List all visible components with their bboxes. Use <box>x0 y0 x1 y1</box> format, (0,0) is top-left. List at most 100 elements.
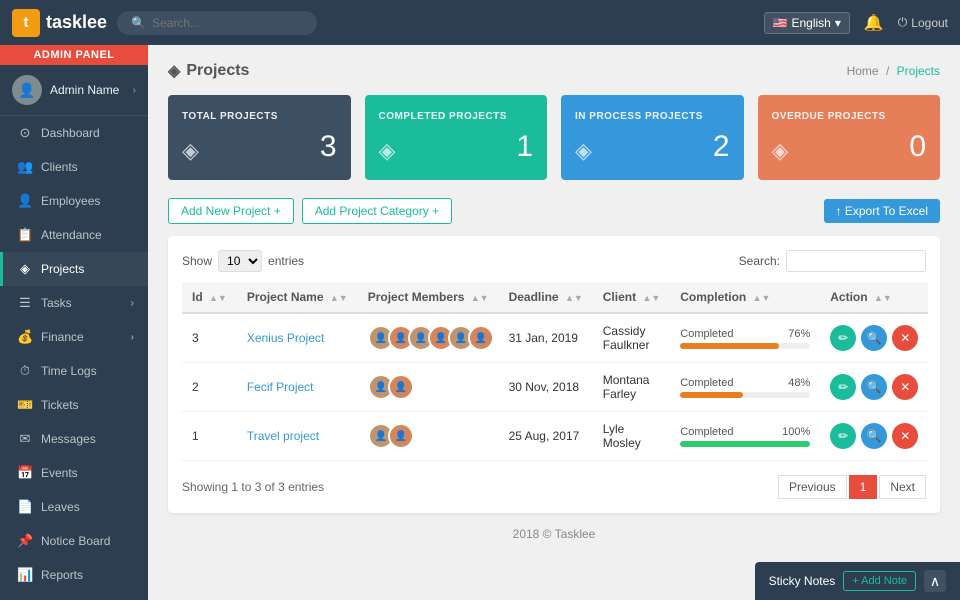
delete-button[interactable]: ✕ <box>892 423 918 449</box>
language-selector[interactable]: 🇺🇸 English ▾ <box>764 12 850 34</box>
stat-card-overdue: OVERDUE PROJECTS ◈ 0 <box>758 95 941 180</box>
table-search-input[interactable] <box>786 250 926 272</box>
delete-button[interactable]: ✕ <box>892 325 918 351</box>
sidebar-item-messages[interactable]: ✉ Messages <box>0 422 148 456</box>
search-input[interactable] <box>152 16 307 30</box>
next-page-button[interactable]: Next <box>879 475 926 499</box>
col-id[interactable]: Id ▲▼ <box>182 282 237 313</box>
sidebar-item-timelogs[interactable]: ⏱ Time Logs <box>0 354 148 388</box>
footer: 2018 © Tasklee <box>168 513 940 547</box>
timelogs-icon: ⏱ <box>17 363 33 379</box>
view-button[interactable]: 🔍 <box>861 374 887 400</box>
col-deadline[interactable]: Deadline ▲▼ <box>499 282 593 313</box>
sidebar-label-messages: Messages <box>41 432 96 446</box>
col-completion[interactable]: Completion ▲▼ <box>670 282 820 313</box>
cell-action: ✏ 🔍 ✕ <box>820 313 928 363</box>
sidebar-arrow-finance: › <box>131 332 134 343</box>
sidebar: ADMIN PANEL 👤 Admin Name › ⊙ Dashboard 👥… <box>0 45 148 600</box>
sort-icon: ▲▼ <box>330 293 348 303</box>
cell-members: 👤👤👤👤👤👤 <box>358 313 499 363</box>
main-content: ◈ Projects Home / Projects TOTAL PROJECT… <box>148 45 960 600</box>
stats-row: TOTAL PROJECTS ◈ 3 COMPLETED PROJECTS ◈ … <box>168 95 940 180</box>
add-category-button[interactable]: Add Project Category + <box>302 198 452 224</box>
noticeboard-icon: 📌 <box>17 533 33 549</box>
sidebar-item-settings[interactable]: ⚙ Settings <box>0 592 148 600</box>
sidebar-item-projects[interactable]: ◈ Projects <box>0 252 148 286</box>
table-row: 1 Travel project 👤👤 25 Aug, 2017 Lyle Mo… <box>182 412 928 461</box>
sidebar-label-dashboard: Dashboard <box>41 126 100 140</box>
sort-icon: ▲▼ <box>471 293 489 303</box>
edit-button[interactable]: ✏ <box>830 423 856 449</box>
sidebar-item-noticeboard[interactable]: 📌 Notice Board <box>0 524 148 558</box>
member-avatars: 👤👤 <box>368 374 489 400</box>
add-project-button[interactable]: Add New Project + <box>168 198 294 224</box>
sidebar-items: ⊙ Dashboard 👥 Clients 👤 Employees 📋 Atte… <box>0 116 148 600</box>
sidebar-item-attendance[interactable]: 📋 Attendance <box>0 218 148 252</box>
col-project-name[interactable]: Project Name ▲▼ <box>237 282 358 313</box>
project-link[interactable]: Travel project <box>247 429 319 443</box>
page-1-button[interactable]: 1 <box>849 475 878 499</box>
sticky-collapse-button[interactable]: ∧ <box>924 570 946 592</box>
sidebar-item-tasks[interactable]: ☰ Tasks › <box>0 286 148 320</box>
entries-select[interactable]: 10 25 50 <box>218 250 262 272</box>
sidebar-arrow-tasks: › <box>131 298 134 309</box>
delete-button[interactable]: ✕ <box>892 374 918 400</box>
cell-client: Lyle Mosley <box>593 412 671 461</box>
view-button[interactable]: 🔍 <box>861 325 887 351</box>
member-avatar: 👤 <box>468 325 494 351</box>
page-title-icon: ◈ <box>168 61 180 81</box>
admin-arrow-icon: › <box>133 85 136 96</box>
status-text: Completed <box>680 328 733 340</box>
previous-page-button[interactable]: Previous <box>778 475 847 499</box>
breadcrumb-home[interactable]: Home <box>847 64 879 78</box>
sidebar-label-events: Events <box>41 466 78 480</box>
add-note-button[interactable]: + Add Note <box>843 571 916 591</box>
sidebar-item-leaves[interactable]: 📄 Leaves <box>0 490 148 524</box>
sticky-notes-label: Sticky Notes <box>769 574 836 588</box>
sidebar-item-employees[interactable]: 👤 Employees <box>0 184 148 218</box>
sidebar-item-dashboard[interactable]: ⊙ Dashboard <box>0 116 148 150</box>
cell-action: ✏ 🔍 ✕ <box>820 412 928 461</box>
view-button[interactable]: 🔍 <box>861 423 887 449</box>
edit-button[interactable]: ✏ <box>830 325 856 351</box>
showing-text: Showing 1 to 3 of 3 entries <box>182 480 324 494</box>
show-entries: Show 10 25 50 entries <box>182 250 304 272</box>
search-bar[interactable]: 🔍 <box>117 11 317 35</box>
progress-bar-fill <box>680 392 742 398</box>
edit-button[interactable]: ✏ <box>830 374 856 400</box>
sidebar-label-attendance: Attendance <box>41 228 102 242</box>
sidebar-item-finance[interactable]: 💰 Finance › <box>0 320 148 354</box>
reports-icon: 📊 <box>17 567 33 583</box>
col-project-members[interactable]: Project Members ▲▼ <box>358 282 499 313</box>
progress-status: Completed 76% <box>680 328 810 340</box>
search-icon: 🔍 <box>131 16 146 30</box>
entries-label: entries <box>268 254 304 268</box>
logout-button[interactable]: ⏻ Logout <box>898 15 948 30</box>
events-icon: 📅 <box>17 465 33 481</box>
col-client[interactable]: Client ▲▼ <box>593 282 671 313</box>
cell-action: ✏ 🔍 ✕ <box>820 363 928 412</box>
member-avatar: 👤 <box>388 374 414 400</box>
stat-row-total: ◈ 3 <box>182 130 337 164</box>
sort-icon: ▲▼ <box>565 293 583 303</box>
logo-icon: t <box>12 9 40 37</box>
sidebar-item-events[interactable]: 📅 Events <box>0 456 148 490</box>
cell-deadline: 30 Nov, 2018 <box>499 363 593 412</box>
project-link[interactable]: Fecif Project <box>247 380 314 394</box>
export-excel-button[interactable]: ↑ Export To Excel <box>824 199 940 223</box>
projects-table: Id ▲▼Project Name ▲▼Project Members ▲▼De… <box>182 282 928 461</box>
cell-deadline: 25 Aug, 2017 <box>499 412 593 461</box>
col-action[interactable]: Action ▲▼ <box>820 282 928 313</box>
admin-info[interactable]: 👤 Admin Name › <box>0 65 148 116</box>
sidebar-item-reports[interactable]: 📊 Reports <box>0 558 148 592</box>
project-link[interactable]: Xenius Project <box>247 331 324 345</box>
notification-icon[interactable]: 🔔 <box>864 13 884 33</box>
sidebar-item-clients[interactable]: 👥 Clients <box>0 150 148 184</box>
stat-row-inprocess: ◈ 2 <box>575 130 730 164</box>
sidebar-label-clients: Clients <box>41 160 78 174</box>
sticky-notes-bar: Sticky Notes + Add Note ∧ <box>755 562 960 600</box>
sidebar-label-leaves: Leaves <box>41 500 80 514</box>
cell-client: Montana Farley <box>593 363 671 412</box>
stat-label-total: TOTAL PROJECTS <box>182 111 337 122</box>
sidebar-item-tickets[interactable]: 🎫 Tickets <box>0 388 148 422</box>
